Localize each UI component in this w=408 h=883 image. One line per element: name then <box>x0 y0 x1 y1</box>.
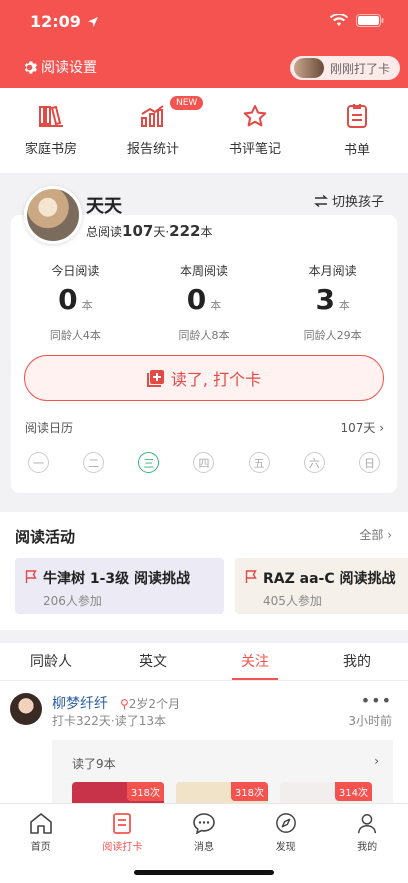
chevron-right-icon: › <box>379 421 384 435</box>
checkin-button[interactable]: 读了, 打个卡 <box>24 355 384 401</box>
weekday-thu[interactable]: 四 <box>193 452 215 473</box>
weekday-row: 一 二 三 四 五 六 日 <box>28 452 380 473</box>
status-time: 12:09 <box>30 12 99 31</box>
post-meta: 打卡322天·读了13本 <box>52 714 166 728</box>
weekday-mon[interactable]: 一 <box>28 452 49 473</box>
book-cover[interactable]: 314次 <box>280 782 372 803</box>
book-cover[interactable]: 318次 <box>176 782 268 803</box>
star-icon <box>243 105 267 127</box>
quick-nav: 家庭书房 NEW 报告统计 书评笔记 书单 <box>0 88 408 173</box>
activity-card-raz[interactable]: RAZ aa-C 阅读挑战 405人参加 <box>235 558 408 614</box>
reading-calendar-link[interactable]: 107天 › <box>340 419 384 436</box>
avatar[interactable] <box>24 186 82 244</box>
header: 12:09 阅读设置 刚刚打了卡 <box>0 0 408 88</box>
just-checked-in-pill[interactable]: 刚刚打了卡 <box>290 56 400 80</box>
user-name[interactable]: 柳梦纤纤 <box>52 693 108 713</box>
add-book-icon <box>146 370 164 387</box>
chevron-right-icon: › <box>387 528 392 542</box>
reading-settings-button[interactable]: 阅读设置 <box>22 57 97 77</box>
weekday-sat[interactable]: 六 <box>303 452 325 473</box>
weekday-fri[interactable]: 五 <box>248 452 270 473</box>
status-icons <box>330 14 384 27</box>
quick-nav-book-reviews[interactable]: 书评笔记 <box>204 88 306 173</box>
feed-post: 柳梦纤纤 ⚲2岁2个月 打卡322天·读了13本 ••• 3小时前 读了9本 ›… <box>0 681 408 803</box>
quick-nav-family-library[interactable]: 家庭书房 <box>0 88 102 173</box>
tab-peers[interactable]: 同龄人 <box>0 643 102 680</box>
section-title: 阅读活动 <box>15 528 76 546</box>
swap-icon <box>314 194 328 207</box>
new-badge: NEW <box>170 96 204 110</box>
compass-icon <box>275 813 296 833</box>
pacifier-icon: ⚲ <box>120 697 129 711</box>
reading-stats: 今日阅读 0本 同龄人4本 本周阅读 0本 同龄人8本 本月阅读 3本 同龄人2… <box>11 262 397 343</box>
activity-card-oxford[interactable]: 牛津树 1-3级 阅读挑战 206人参加 <box>15 558 224 614</box>
post-time: 3小时前 <box>348 714 392 728</box>
feed-tabs: 同龄人 英文 关注 我的 <box>0 643 408 681</box>
flag-icon <box>25 570 37 583</box>
more-icon[interactable]: ••• <box>361 691 392 710</box>
tab-following[interactable]: 关注 <box>204 643 306 680</box>
battery-icon <box>356 14 384 27</box>
weekday-tue[interactable]: 二 <box>83 452 105 473</box>
home-indicator <box>134 870 274 875</box>
books-read-box[interactable]: 读了9本 › 318次 318次 314次 <box>52 740 393 803</box>
stat-today: 今日阅读 0本 同龄人4本 <box>49 264 101 342</box>
child-name: 天天 <box>86 196 122 217</box>
tab-mine[interactable]: 我的 <box>306 643 408 680</box>
list-icon <box>347 104 367 128</box>
avatar <box>294 58 324 78</box>
stat-week: 本周阅读 0本 同龄人8本 <box>178 264 230 342</box>
total-reading-summary: 总阅读107天·222本 <box>86 222 213 240</box>
book-cover[interactable]: 318次 <box>72 782 164 803</box>
user-icon <box>358 814 377 834</box>
bookshelf-icon <box>39 105 63 127</box>
chevron-right-icon: › <box>374 754 379 768</box>
location-arrow-icon <box>87 16 98 27</box>
see-all-link[interactable]: 全部 › <box>359 526 392 543</box>
weekday-sun[interactable]: 日 <box>358 452 380 473</box>
checkin-icon <box>113 813 132 834</box>
nav-home[interactable]: 首页 <box>0 804 82 883</box>
flag-icon <box>245 570 257 583</box>
quick-nav-book-list[interactable]: 书单 <box>306 88 408 173</box>
tab-english[interactable]: 英文 <box>102 643 204 680</box>
message-icon <box>193 813 215 834</box>
stat-month: 本月阅读 3本 同龄人29本 <box>303 264 362 342</box>
child-age: ⚲2岁2个月 <box>120 697 181 711</box>
bar-chart-icon <box>141 105 164 127</box>
wifi-icon <box>330 14 348 26</box>
gear-icon <box>24 60 37 74</box>
avatar[interactable] <box>10 693 42 725</box>
reading-activity-section: 阅读活动 全部 › 牛津树 1-3级 阅读挑战 206人参加 RAZ aa-C … <box>0 512 408 630</box>
quick-nav-report-stats[interactable]: NEW 报告统计 <box>102 88 204 173</box>
nav-profile[interactable]: 我的 <box>326 804 408 883</box>
reading-calendar-label: 阅读日历 <box>25 421 74 435</box>
weekday-wed[interactable]: 三 <box>138 452 160 473</box>
home-icon <box>29 813 52 834</box>
switch-child-button[interactable]: 切换孩子 <box>314 191 384 210</box>
